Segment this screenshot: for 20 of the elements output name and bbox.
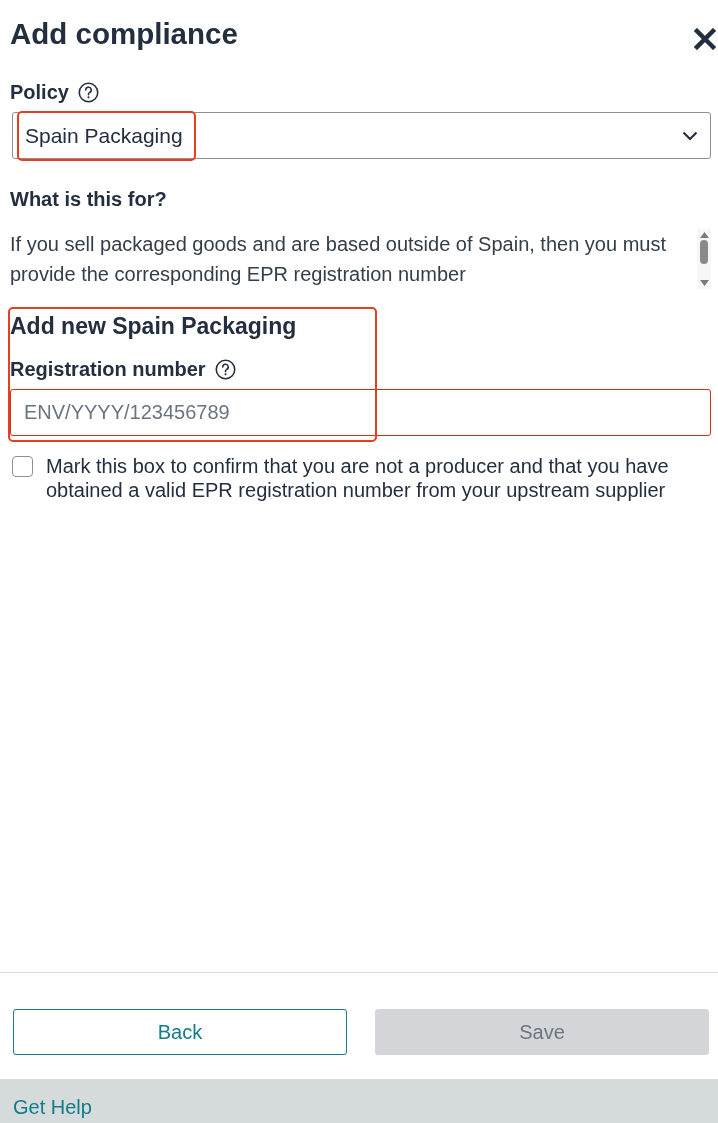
- get-help-link[interactable]: Get Help: [13, 1096, 92, 1118]
- chevron-down-icon: [682, 130, 698, 141]
- scrollbar-track[interactable]: [697, 229, 711, 289]
- scroll-up-icon[interactable]: [699, 232, 709, 238]
- scroll-down-icon[interactable]: [699, 280, 709, 286]
- registration-number-field[interactable]: ENV/YYYY/123456789: [10, 389, 711, 436]
- close-icon[interactable]: [694, 28, 716, 50]
- confirm-checkbox[interactable]: [12, 456, 33, 477]
- scrollbar-thumb[interactable]: [700, 240, 708, 264]
- policy-select[interactable]: Spain Packaging: [12, 112, 711, 159]
- help-icon[interactable]: [214, 358, 236, 380]
- policy-label: Policy: [10, 81, 69, 103]
- registration-number-label: Registration number: [10, 358, 206, 380]
- section-heading: What is this for?: [10, 188, 168, 210]
- dialog-title: Add compliance: [10, 17, 238, 51]
- help-icon[interactable]: [77, 81, 99, 103]
- confirm-text: Mark this box to confirm that you are not a producer and that you have obtained a valid EPR registration number from your upstream supplier: [46, 454, 670, 502]
- section-heading: Add new Spain Packaging: [10, 314, 298, 338]
- description-text: If you sell packaged goods and are based outside of Spain, then you must provide the corresponding EPR registration number: [10, 232, 667, 287]
- back-button[interactable]: Back: [13, 1009, 347, 1055]
